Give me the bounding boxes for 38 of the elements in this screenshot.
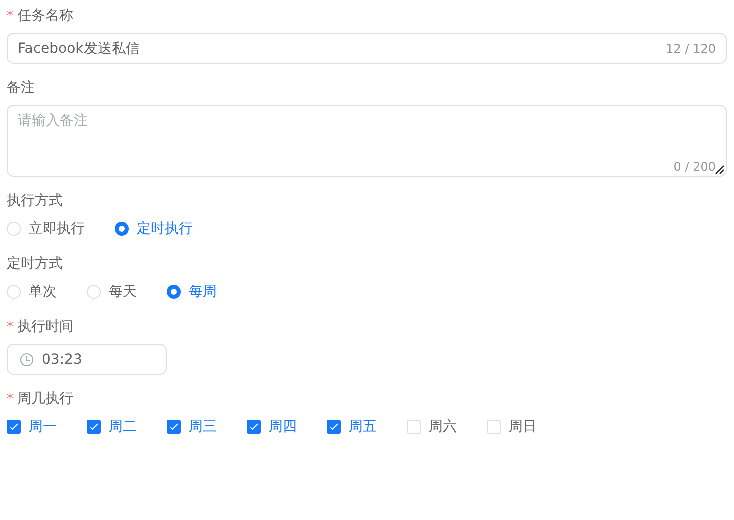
field-label: 定时方式 (7, 255, 63, 273)
checkbox[interactable] (87, 420, 101, 434)
option-label[interactable]: 单次 (29, 283, 57, 301)
checkbox[interactable] (327, 420, 341, 434)
required-mark: * (7, 8, 14, 24)
text-field[interactable]: Facebook发送私信 12 / 120 (7, 33, 727, 64)
checkbox[interactable] (167, 420, 181, 434)
option-label[interactable]: 周六 (429, 418, 457, 436)
resize-handle-icon[interactable] (715, 165, 725, 175)
radio-button[interactable] (115, 222, 129, 236)
option-label[interactable]: 周二 (109, 418, 137, 436)
field-label: 任务名称 (18, 7, 74, 25)
option-label[interactable]: 周五 (349, 418, 377, 436)
time-value: 03:23 (42, 352, 84, 368)
required-mark: * (7, 392, 14, 406)
radio-button[interactable] (167, 285, 181, 299)
field-label: 周几执行 (18, 390, 74, 408)
option-label[interactable]: 周日 (509, 418, 537, 436)
option-label[interactable]: 每周 (189, 283, 217, 301)
checkbox[interactable] (7, 420, 21, 434)
placeholder-text: 请输入备注 (18, 112, 89, 131)
checkbox[interactable] (247, 420, 261, 434)
field-label: 执行时间 (18, 318, 74, 336)
option-label[interactable]: 周一 (29, 418, 57, 436)
field-label: 执行方式 (7, 192, 63, 210)
time-field[interactable]: 03:23 (7, 344, 167, 375)
required-mark: * (7, 320, 14, 334)
option-label[interactable]: 周四 (269, 418, 297, 436)
option-label[interactable]: 每天 (109, 283, 137, 301)
field-value: Facebook发送私信 (18, 40, 141, 58)
option-label[interactable]: 立即执行 (29, 220, 85, 238)
notes-field[interactable]: 请输入备注 0 / 200 (7, 105, 727, 177)
character-counter: 0 / 200 (674, 160, 716, 174)
field-label: 备注 (7, 79, 35, 97)
option-label[interactable]: 定时执行 (137, 220, 193, 238)
character-counter: 12 / 120 (666, 42, 716, 56)
clock-icon (20, 352, 34, 366)
option-label[interactable]: 周三 (189, 418, 217, 436)
